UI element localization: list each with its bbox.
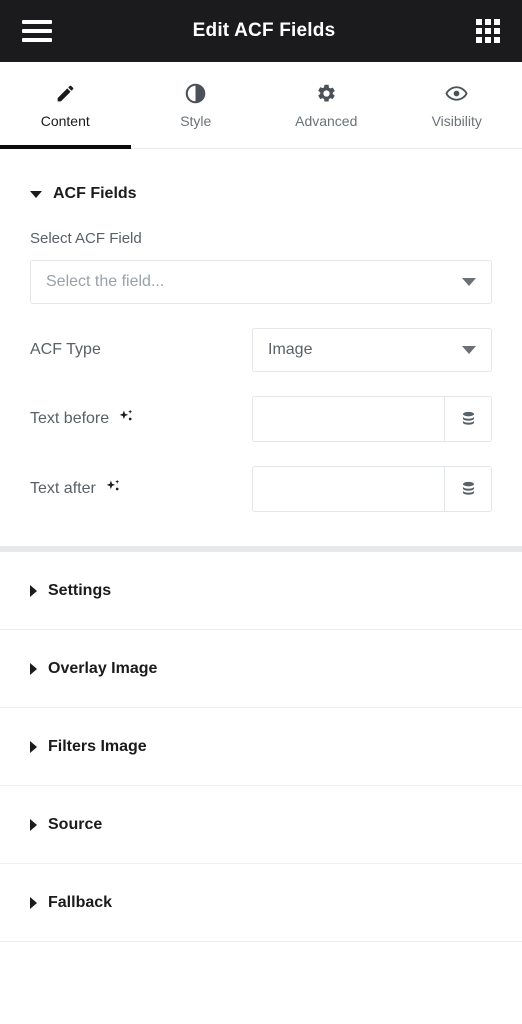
chevron-right-icon xyxy=(30,662,37,675)
collapsed-section-list: Settings Overlay Image Filters Image Sou… xyxy=(0,552,522,942)
chevron-right-icon xyxy=(30,896,37,909)
tab-label: Advanced xyxy=(295,112,358,129)
tab-label: Content xyxy=(40,112,90,129)
section-filters-image-label: Filters Image xyxy=(48,737,147,755)
text-after-row: Text after xyxy=(0,466,522,512)
text-after-input[interactable] xyxy=(253,467,444,511)
section-fallback-label: Fallback xyxy=(48,893,113,911)
tab-label: Visibility xyxy=(431,112,482,129)
grid-cell xyxy=(475,28,482,34)
section-overlay-image[interactable]: Overlay Image xyxy=(0,630,522,708)
grid-cell xyxy=(484,37,491,43)
chevron-right-icon xyxy=(30,584,37,597)
chevron-right-icon xyxy=(30,740,37,753)
panel-tabs: Content Style Advanced Visibility xyxy=(0,62,522,149)
hamburger-bar xyxy=(22,38,52,42)
section-settings-label: Settings xyxy=(48,581,112,599)
acf-type-label: ACF Type xyxy=(30,341,101,358)
acf-type-value: Image xyxy=(268,341,313,358)
section-settings[interactable]: Settings xyxy=(0,552,522,630)
section-fallback[interactable]: Fallback xyxy=(0,864,522,942)
select-acf-field-dropdown[interactable]: Select the field... xyxy=(30,260,492,304)
app-header: Edit ACF Fields xyxy=(0,0,522,62)
text-after-control xyxy=(252,466,492,512)
database-stack-icon[interactable] xyxy=(444,397,491,441)
acf-type-row: ACF Type Image xyxy=(0,328,522,372)
tab-visibility[interactable]: Visibility xyxy=(392,62,522,148)
grid-cell xyxy=(475,19,482,25)
select-acf-field-value: Select the field... xyxy=(46,273,165,290)
database-stack-icon[interactable] xyxy=(444,467,491,511)
hamburger-bar xyxy=(22,29,52,33)
grid-cell xyxy=(484,19,491,25)
gear-icon xyxy=(316,83,337,105)
grid-cell xyxy=(493,37,500,43)
chevron-down-icon xyxy=(462,278,476,286)
grid-cell xyxy=(475,37,482,43)
sparkle-ai-icon[interactable] xyxy=(117,408,135,431)
text-before-input-group xyxy=(252,396,492,442)
tab-style[interactable]: Style xyxy=(131,62,262,148)
grid-cell xyxy=(493,28,500,34)
text-before-control xyxy=(252,396,492,442)
grid-cell xyxy=(484,28,491,34)
section-source-label: Source xyxy=(48,815,103,833)
section-acf-fields-header[interactable]: ACF Fields xyxy=(0,149,522,203)
text-before-input[interactable] xyxy=(253,397,444,441)
section-filters-image[interactable]: Filters Image xyxy=(0,708,522,786)
tab-advanced[interactable]: Advanced xyxy=(261,62,392,148)
acf-type-dropdown[interactable]: Image xyxy=(252,328,492,372)
grid-apps-icon[interactable] xyxy=(475,19,500,43)
section-source[interactable]: Source xyxy=(0,786,522,864)
text-before-row: Text before xyxy=(0,396,522,442)
text-after-input-group xyxy=(252,466,492,512)
section-overlay-image-label: Overlay Image xyxy=(48,659,158,677)
eye-icon xyxy=(445,83,468,105)
chevron-right-icon xyxy=(30,818,37,831)
acf-type-control: Image xyxy=(252,328,492,372)
page-title: Edit ACF Fields xyxy=(192,20,336,41)
text-before-label-text: Text before xyxy=(30,410,110,427)
section-acf-fields: ACF Fields Select ACF Field Select the f… xyxy=(0,149,522,546)
text-after-label: Text after xyxy=(30,478,122,501)
grid-cell xyxy=(493,19,500,25)
hamburger-bar xyxy=(22,20,52,24)
chevron-down-icon xyxy=(462,346,476,354)
tab-content[interactable]: Content xyxy=(0,62,131,149)
contrast-icon xyxy=(185,83,206,105)
select-acf-field-group: Select ACF Field Select the field... xyxy=(0,203,522,304)
select-acf-field-label: Select ACF Field xyxy=(30,230,142,247)
tab-label: Style xyxy=(180,112,212,129)
sparkle-ai-icon[interactable] xyxy=(104,478,122,501)
text-after-label-text: Text after xyxy=(30,480,96,497)
pencil-icon xyxy=(55,83,76,105)
chevron-down-icon xyxy=(30,190,42,198)
hamburger-menu-icon[interactable] xyxy=(22,20,52,42)
text-before-label: Text before xyxy=(30,408,135,431)
section-acf-fields-title: ACF Fields xyxy=(53,185,137,202)
